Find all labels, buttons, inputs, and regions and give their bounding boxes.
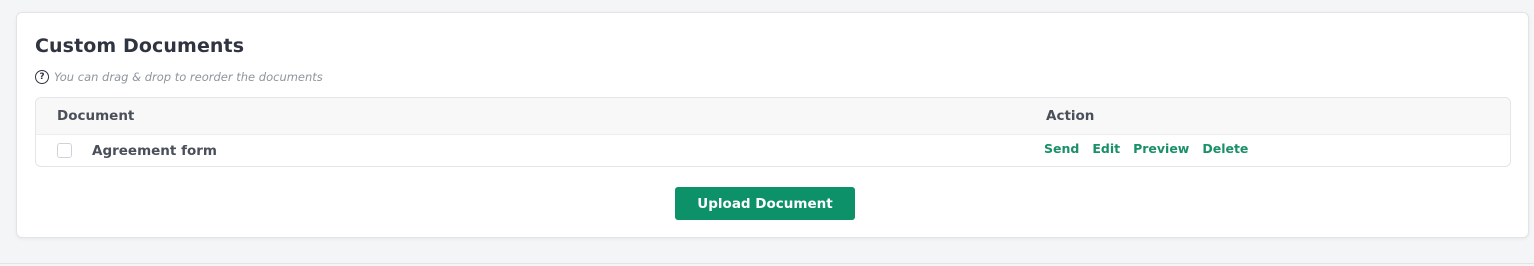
divider: [0, 263, 1534, 264]
hint-text: You can drag & drop to reorder the docum…: [54, 70, 323, 84]
custom-documents-card: Custom Documents ? You can drag & drop t…: [16, 12, 1529, 238]
column-header-action: Action: [1046, 108, 1095, 124]
edit-link[interactable]: Edit: [1092, 141, 1120, 156]
send-link[interactable]: Send: [1044, 141, 1079, 156]
documents-table: Document Action Agreement form Send Edit…: [35, 97, 1511, 167]
section-title: Custom Documents: [35, 35, 245, 57]
preview-link[interactable]: Preview: [1133, 141, 1189, 156]
question-circle-icon: ?: [35, 70, 49, 84]
drag-drop-hint: ? You can drag & drop to reorder the doc…: [35, 70, 323, 84]
row-checkbox[interactable]: [57, 143, 72, 158]
delete-link[interactable]: Delete: [1202, 141, 1248, 156]
column-header-document: Document: [57, 108, 135, 124]
document-name: Agreement form: [92, 143, 217, 159]
table-row[interactable]: Agreement form Send Edit Preview Delete: [36, 135, 1510, 166]
row-actions: Send Edit Preview Delete: [1044, 141, 1248, 156]
upload-document-button[interactable]: Upload Document: [675, 187, 855, 220]
table-header: Document Action: [36, 98, 1510, 135]
